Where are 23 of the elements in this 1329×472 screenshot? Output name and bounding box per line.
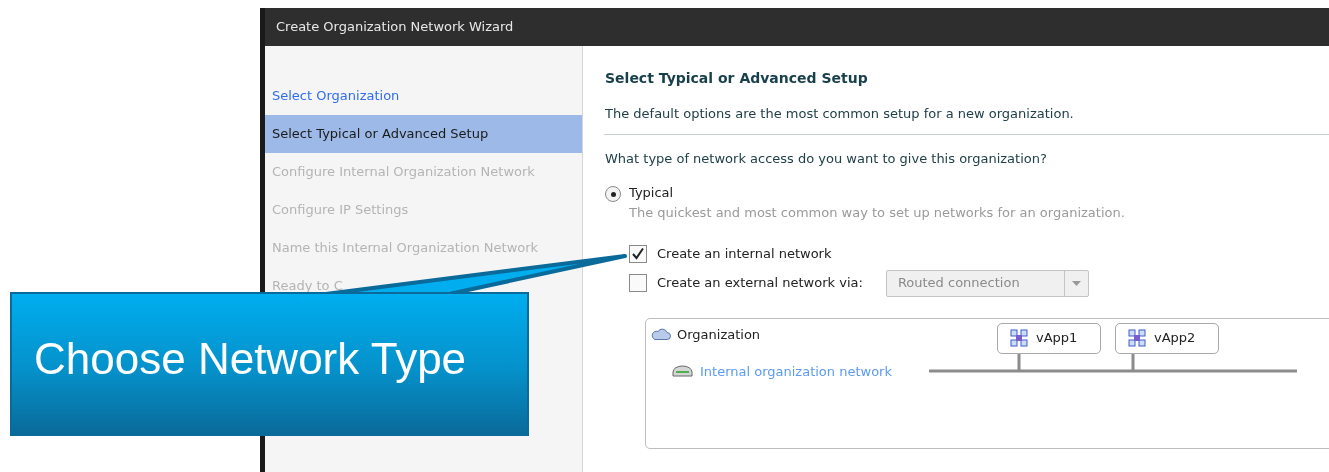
- organization-label: Organization: [677, 325, 761, 344]
- checkbox[interactable]: [629, 274, 647, 292]
- wizard-step[interactable]: Select Organization: [265, 77, 582, 115]
- page-description: The default options are the most common setup for a new organization.: [605, 105, 1075, 123]
- window-title: Create Organization Network Wizard: [265, 8, 1329, 46]
- cloud-icon: [651, 328, 671, 341]
- page-heading: Select Typical or Advanced Setup: [605, 69, 869, 88]
- checkbox[interactable]: [629, 244, 647, 263]
- question-text: What type of network access do you want to give this organization?: [605, 149, 1048, 168]
- network-device-icon: [672, 365, 693, 378]
- wizard-step[interactable]: Select Typical or Advanced Setup: [265, 115, 582, 153]
- checkbox-label: Create an internal network: [657, 245, 832, 263]
- callout-text: Choose Network Type: [34, 337, 467, 381]
- radio-label: Typical: [629, 184, 675, 202]
- network-link[interactable]: Internal organization network: [700, 361, 892, 381]
- caret-icon: [1071, 280, 1081, 286]
- vapp-node[interactable]: vApp1: [997, 322, 1101, 354]
- vapp-node[interactable]: vApp2: [1115, 322, 1219, 354]
- vapp-icon: [1010, 329, 1028, 347]
- radio-button[interactable]: [605, 186, 621, 202]
- vapp-icon: [1128, 329, 1146, 347]
- option-description: The quickest and most common way to set up networks for an organization.: [629, 203, 1125, 222]
- checkbox-label: Create an external network via:: [657, 274, 863, 293]
